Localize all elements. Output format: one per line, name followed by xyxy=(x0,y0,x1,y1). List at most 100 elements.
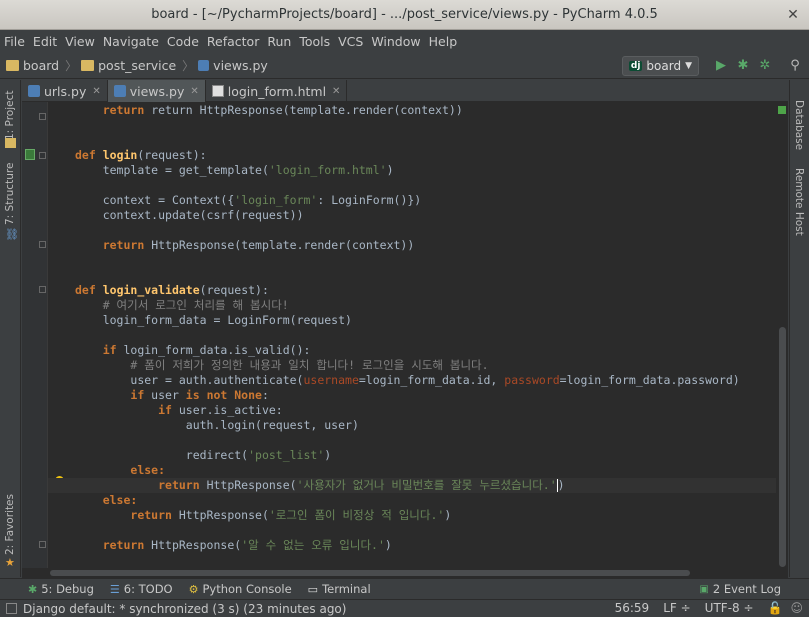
remote-host-tool-button[interactable]: Remote Host xyxy=(793,168,805,236)
run-configuration-label: board xyxy=(646,59,682,73)
debug-tool-button[interactable]: ✱ 5: Debug xyxy=(28,582,94,596)
menu-tools[interactable]: Tools xyxy=(299,34,330,49)
breadcrumb-label: board xyxy=(23,58,60,73)
python-file-icon xyxy=(113,85,126,97)
structure-icon: ⛓ xyxy=(5,228,19,241)
vertical-scrollbar[interactable] xyxy=(776,102,788,568)
run-toolbar: dj board ▼ ▶ ✱ ✲ ⚲ xyxy=(621,56,803,76)
python-file-icon xyxy=(198,60,210,71)
breadcrumb-project[interactable]: board xyxy=(6,58,59,73)
code-line: return HttpResponse('알 수 없는 오류 입니다.') xyxy=(102,538,392,552)
fold-marker[interactable] xyxy=(39,541,46,548)
python-console-icon: ⚙ xyxy=(188,582,199,596)
django-view-gutter-icon[interactable] xyxy=(25,149,35,160)
tool-label: Terminal xyxy=(322,582,371,596)
encoding-select[interactable]: UTF-8 ÷ xyxy=(705,601,754,615)
event-log-label: 2 Event Log xyxy=(712,582,781,596)
django-icon: dj xyxy=(628,61,643,71)
tool-label: Python Console xyxy=(202,582,292,596)
python-console-tool-button[interactable]: ⚙ Python Console xyxy=(189,582,292,596)
code-line: user = auth.authenticate(username=login_… xyxy=(130,373,740,387)
event-log-icon: ▣ xyxy=(699,583,709,595)
todo-tool-button[interactable]: ☰ 6: TODO xyxy=(110,582,173,596)
inspector-icon[interactable]: ☺ xyxy=(790,601,803,615)
code-editor[interactable]: return return HttpResponse(template.rend… xyxy=(22,102,788,568)
search-icon[interactable]: ⚲ xyxy=(787,58,803,74)
menu-refactor[interactable]: Refactor xyxy=(207,34,259,49)
code-line: # 폼이 저희가 정의한 내용과 일치 합니다! 로그인을 시도해 봅니다. xyxy=(130,358,489,372)
event-log-button[interactable]: ▣ 2 Event Log xyxy=(699,582,781,596)
code-line: context = Context({'login_form': LoginFo… xyxy=(102,193,422,207)
editor-tabs: urls.py ✕ views.py ✕ login_form.html ✕ xyxy=(22,80,788,102)
status-message: Django default: * synchronized (3 s) (23… xyxy=(23,601,347,616)
left-tool-strip: 1: Project 7: Structure ⛓ 2: Favorites ★ xyxy=(0,80,21,577)
inspection-ok-icon[interactable] xyxy=(778,106,786,114)
code-line: redirect('post_list') xyxy=(185,448,332,462)
code-line: return HttpResponse('로그인 폼이 비정상 적 입니다.') xyxy=(130,508,452,522)
coverage-icon[interactable]: ✲ xyxy=(757,58,773,74)
run-configuration-select[interactable]: dj board ▼ xyxy=(621,56,699,76)
run-icon[interactable]: ▶ xyxy=(713,58,729,74)
tool-windows-toggle-icon[interactable] xyxy=(6,603,17,614)
tool-label: 6: TODO xyxy=(123,582,173,596)
window-titlebar: board - [~/PycharmProjects/board] - .../… xyxy=(0,0,809,30)
line-separator-select[interactable]: LF ÷ xyxy=(663,601,690,615)
close-icon[interactable]: ✕ xyxy=(785,7,801,23)
code-line-current: return HttpResponse('사용자가 없거나 비밀번호를 잘못 누… xyxy=(48,478,776,493)
breadcrumb-separator: 〉 xyxy=(182,59,195,73)
code-line: return HttpResponse(template.render(cont… xyxy=(102,238,415,252)
project-icon xyxy=(5,138,16,148)
code-line: if user.is_active: xyxy=(158,403,283,417)
fold-marker[interactable] xyxy=(39,152,46,159)
vertical-scrollbar-thumb[interactable] xyxy=(779,327,786,567)
structure-tool-label: 7: Structure xyxy=(4,162,16,225)
code-line: def login(request): xyxy=(75,148,207,162)
project-tool-label: 1: Project xyxy=(4,90,16,140)
tab-label: views.py xyxy=(129,83,185,99)
menu-file[interactable]: File xyxy=(4,34,25,49)
lock-icon[interactable]: 🔓 xyxy=(768,601,783,615)
editor-gutter[interactable] xyxy=(22,102,48,568)
project-tool-button[interactable]: 1: Project xyxy=(4,91,16,140)
favorites-tool-button[interactable]: 2: Favorites xyxy=(4,494,16,555)
menu-code[interactable]: Code xyxy=(167,34,199,49)
code-line: def login_validate(request): xyxy=(75,283,269,297)
menu-edit[interactable]: Edit xyxy=(33,34,57,49)
terminal-tool-button[interactable]: ▭ Terminal xyxy=(308,582,371,596)
close-icon[interactable]: ✕ xyxy=(92,86,100,97)
menu-run[interactable]: Run xyxy=(267,34,291,49)
menu-navigate[interactable]: Navigate xyxy=(103,34,159,49)
breadcrumb-label: views.py xyxy=(213,58,268,73)
close-icon[interactable]: ✕ xyxy=(332,86,340,97)
debug-icon: ✱ xyxy=(28,582,38,596)
tab-urls-py[interactable]: urls.py ✕ xyxy=(22,80,108,102)
fold-marker[interactable] xyxy=(39,286,46,293)
menu-window[interactable]: Window xyxy=(371,34,420,49)
caret-position[interactable]: 56:59 xyxy=(615,601,650,615)
debug-icon[interactable]: ✱ xyxy=(735,58,751,74)
code-text[interactable]: return return HttpResponse(template.rend… xyxy=(48,102,776,568)
html-file-icon xyxy=(211,85,224,97)
fold-marker[interactable] xyxy=(39,113,46,120)
star-icon: ★ xyxy=(5,556,15,569)
structure-tool-button[interactable]: 7: Structure xyxy=(4,163,16,225)
menu-view[interactable]: View xyxy=(65,34,95,49)
navigation-bar: board 〉 post_service 〉 views.py dj board… xyxy=(0,53,809,79)
code-line: template = get_template('login_form.html… xyxy=(102,163,394,177)
favorites-tool-label: 2: Favorites xyxy=(4,494,16,555)
tab-views-py[interactable]: views.py ✕ xyxy=(107,80,206,102)
fold-marker[interactable] xyxy=(39,241,46,248)
tab-login-form-html[interactable]: login_form.html ✕ xyxy=(206,80,348,102)
database-tool-button[interactable]: Database xyxy=(793,100,805,150)
close-icon[interactable]: ✕ xyxy=(190,86,198,97)
breadcrumb-file[interactable]: views.py xyxy=(198,58,268,73)
menu-vcs[interactable]: VCS xyxy=(338,34,363,49)
horizontal-scrollbar-thumb[interactable] xyxy=(50,570,690,576)
todo-icon: ☰ xyxy=(109,582,120,596)
code-line: return return HttpResponse(template.rend… xyxy=(102,103,463,117)
tool-window-bar: ✱ 5: Debug ☰ 6: TODO ⚙ Python Console ▭ … xyxy=(0,578,809,599)
horizontal-scrollbar[interactable] xyxy=(22,568,788,578)
menu-help[interactable]: Help xyxy=(429,34,458,49)
breadcrumb-package[interactable]: post_service xyxy=(81,58,176,73)
breadcrumb-label: post_service xyxy=(98,58,177,73)
